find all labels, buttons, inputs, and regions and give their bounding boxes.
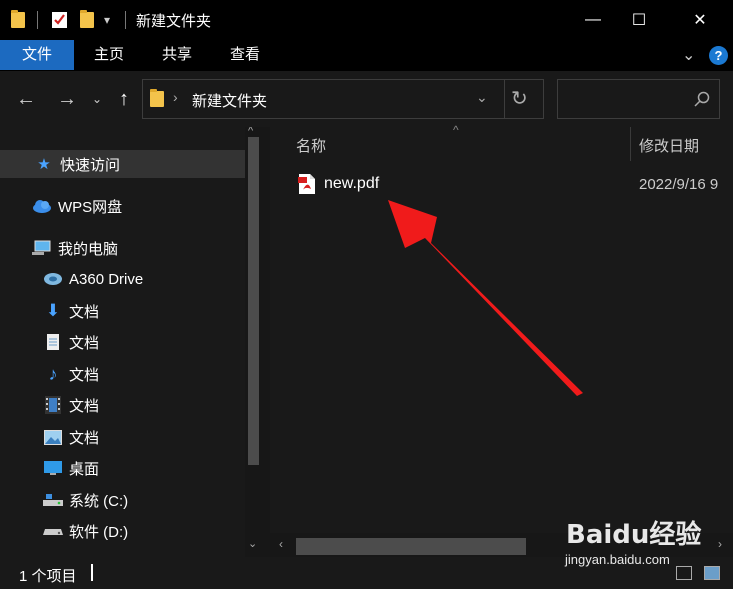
sidebar-item-label: 文档 [69,334,100,352]
minimize-button[interactable]: — [570,0,616,40]
picture-icon [43,427,63,447]
cloud-icon [32,196,52,216]
sidebar-scrollbar[interactable]: ^ ⌄ [245,127,270,557]
maximize-button[interactable]: ☐ [616,0,662,40]
title-divider [125,11,126,29]
sidebar-item-label: A360 Drive [69,270,144,288]
sidebar-item-label: 文档 [69,303,100,321]
forward-button[interactable]: → [54,86,80,112]
sidebar-item-this-pc[interactable]: 我的电脑 [32,234,118,262]
sidebar-item-a360-drive[interactable]: A360 Drive [43,265,143,293]
desktop-icon [43,458,63,478]
sidebar-item-label: WPS网盘 [58,198,123,216]
tab-view[interactable]: 查看 [210,40,280,70]
scroll-left-icon[interactable]: ‹ [279,537,283,551]
properties-icon[interactable] [51,10,68,30]
drive-icon [43,269,63,289]
sidebar-item-label: 文档 [69,397,100,415]
download-icon: ⬇ [45,301,61,320]
sidebar-item-label: 文档 [69,429,100,447]
back-button[interactable]: ← [13,86,39,112]
music-icon: ♪ [48,363,58,384]
address-divider [504,80,505,118]
help-button[interactable]: ? [709,46,728,65]
sidebar-item-quick-access[interactable]: ★ 快速访问 [0,150,245,178]
hscroll-thumb[interactable] [296,538,526,555]
title-bar: ▾ 新建文件夹 — ☐ ✕ [0,0,733,40]
navigation-bar: ← → ⌄ ↑ › 新建文件夹 ⌄ ↻ [0,71,733,127]
watermark-url: jingyan.baidu.com [565,552,670,567]
up-button[interactable]: ↑ [112,86,136,112]
file-name[interactable]: new.pdf [324,175,379,193]
close-button[interactable]: ✕ [677,0,723,40]
sidebar-item-downloads[interactable]: ⬇ 文档 [43,297,99,325]
ribbon-expand-icon[interactable]: ⌄ [682,45,695,65]
disk-c-icon [43,490,63,510]
tab-share[interactable]: 共享 [144,40,210,70]
baidu-watermark: Baidu经验 jingyan.baidu.com [558,510,728,570]
sidebar-item-pictures[interactable]: 文档 [43,423,99,451]
sidebar-item-drive-d[interactable]: 软件 (D:) [43,517,128,545]
address-bar[interactable]: › 新建文件夹 ⌄ ↻ [142,79,544,119]
star-icon: ★ [37,156,51,173]
ribbon-tabs: 文件 主页 共享 查看 ⌄ [0,40,733,71]
search-input[interactable] [557,79,720,119]
breadcrumb-chevron-icon[interactable]: › [173,89,178,105]
item-count: 1 个项目 [19,568,77,585]
navigation-pane: ★ 快速访问 WPS网盘 我的电脑 A360 Drive ⬇ 文档 文档 ♪ 文… [0,127,270,557]
sidebar-item-label: 快速访问 [60,156,121,174]
folder-icon [150,89,164,111]
file-date: 2022/9/16 9 [639,176,719,193]
column-date-modified[interactable]: 修改日期 [639,135,699,156]
sidebar-scroll-thumb[interactable] [248,137,259,465]
sidebar-item-label: 我的电脑 [58,240,119,258]
watermark-brand: Baidu经验 [566,520,702,550]
disk-d-icon [43,521,63,541]
refresh-icon[interactable]: ↻ [511,86,528,111]
folder-icon [11,10,25,30]
column-divider[interactable] [630,127,631,161]
computer-icon [32,238,52,258]
sidebar-item-documents[interactable]: 文档 [43,328,99,356]
scroll-up-icon[interactable]: ^ [248,127,253,137]
tab-file[interactable]: 文件 [0,40,74,70]
new-folder-icon[interactable] [80,10,94,30]
sort-caret-icon: ^ [453,123,459,137]
window-title: 新建文件夹 [136,13,212,30]
sidebar-item-videos[interactable]: 文档 [43,391,99,419]
scroll-down-icon[interactable]: ⌄ [248,537,257,550]
column-header: ^ 名称 修改日期 [270,123,733,163]
breadcrumb-current[interactable]: 新建文件夹 [192,90,267,111]
customize-toolbar-icon[interactable]: ▾ [104,10,110,30]
sidebar-item-desktop[interactable]: 桌面 [43,454,99,482]
document-icon [43,332,63,352]
column-name[interactable]: 名称 [296,135,326,156]
quick-access-divider [37,11,38,29]
pdf-icon [298,174,315,194]
sidebar-item-wps-cloud[interactable]: WPS网盘 [32,192,122,220]
sidebar-item-label: 文档 [69,366,100,384]
tab-home[interactable]: 主页 [74,40,144,70]
sidebar-item-drive-c[interactable]: 系统 (C:) [43,486,128,514]
file-row[interactable]: new.pdf 2022/9/16 9 [296,171,733,199]
search-icon [694,91,710,107]
file-list-pane: ^ 名称 修改日期 new.pdf 2022/9/16 9 ‹ › [270,123,733,557]
recent-locations-icon[interactable]: ⌄ [88,86,106,112]
sidebar-item-label: 系统 (C:) [69,492,129,510]
sidebar-item-label: 桌面 [69,460,100,478]
status-divider [91,564,93,581]
address-dropdown-icon[interactable]: ⌄ [476,89,488,106]
sidebar-item-label: 软件 (D:) [69,523,129,541]
sidebar-item-music[interactable]: ♪ 文档 [43,360,100,388]
video-icon [43,395,63,415]
